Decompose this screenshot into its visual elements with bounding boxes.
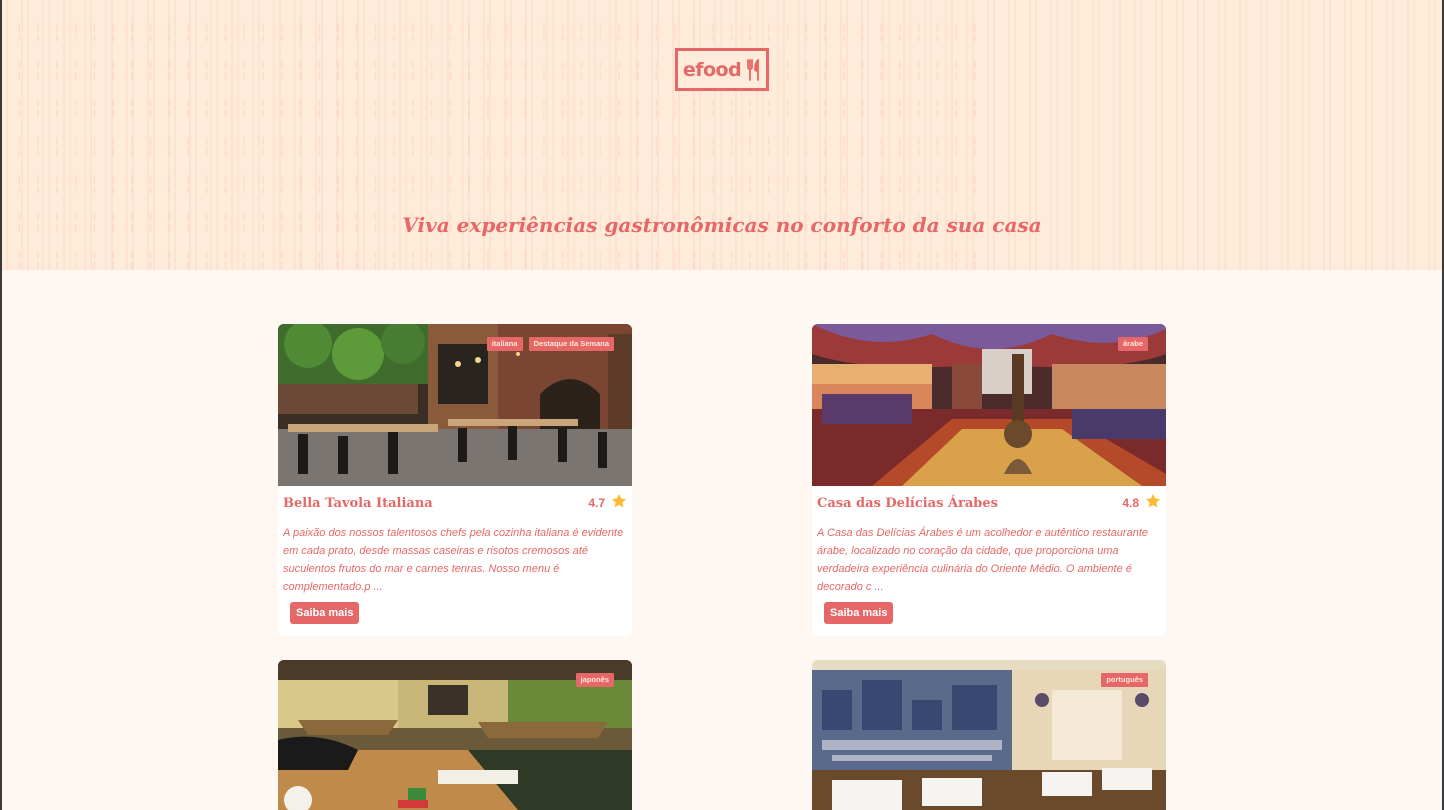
efood-logo[interactable]: efood [675,48,769,91]
saiba-mais-button[interactable]: Saiba mais [824,602,894,624]
tag-cuisine: árabe [1117,337,1148,351]
tag-list: português [1101,673,1148,687]
restaurant-name: Casa das Delícias Árabes [817,495,998,511]
tag-list: árabe [1117,337,1148,351]
tag-cuisine: português [1101,673,1148,687]
tag-cuisine: italiana [486,337,523,351]
restaurant-card: japonês [278,660,632,810]
rating-value: 4.7 [588,496,605,510]
fork-knife-icon [747,58,761,81]
tag-list: japonês [575,673,614,687]
restaurant-card: italiana Destaque da Semana Bella Tavola… [278,324,632,636]
restaurant-name: Bella Tavola Italiana [283,495,433,511]
hero-header: ¦¦¦¦¦¦¦¦¦¦¦¦¦¦¦¦¦¦¦¦¦¦¦¦¦¦¦¦¦¦¦¦¦¦¦¦¦¦¦¦… [0,0,1444,270]
restaurant-description: A Casa das Delícias Árabes é um acolhedo… [817,527,1148,593]
restaurant-image[interactable]: árabe [812,324,1166,486]
restaurant-image[interactable]: italiana Destaque da Semana [278,324,632,486]
rating: 4.8 [1122,493,1161,514]
rating: 4.7 [588,493,627,514]
star-icon [611,493,627,514]
rating-value: 4.8 [1122,496,1139,510]
restaurant-card: português [812,660,1166,810]
hero-tagline: Viva experiências gastronômicas no confo… [402,213,1042,237]
tag-list: italiana Destaque da Semana [486,337,614,351]
card-body: Bella Tavola Italiana 4.7 A paixão dos n… [278,486,632,636]
tag-cuisine: japonês [575,673,614,687]
saiba-mais-button[interactable]: Saiba mais [290,602,360,624]
logo-text: efood [682,58,742,81]
tag-featured: Destaque da Semana [528,337,614,351]
restaurant-card: árabe Casa das Delícias Árabes 4.8 A Cas… [812,324,1166,636]
window-frame-left [0,0,2,810]
card-body: Casa das Delícias Árabes 4.8 A Casa das … [812,486,1166,636]
restaurant-image[interactable]: japonês [278,660,632,810]
star-icon [1145,493,1161,514]
restaurant-image[interactable]: português [812,660,1166,810]
restaurant-description: A paixão dos nossos talentosos chefs pel… [283,527,624,593]
